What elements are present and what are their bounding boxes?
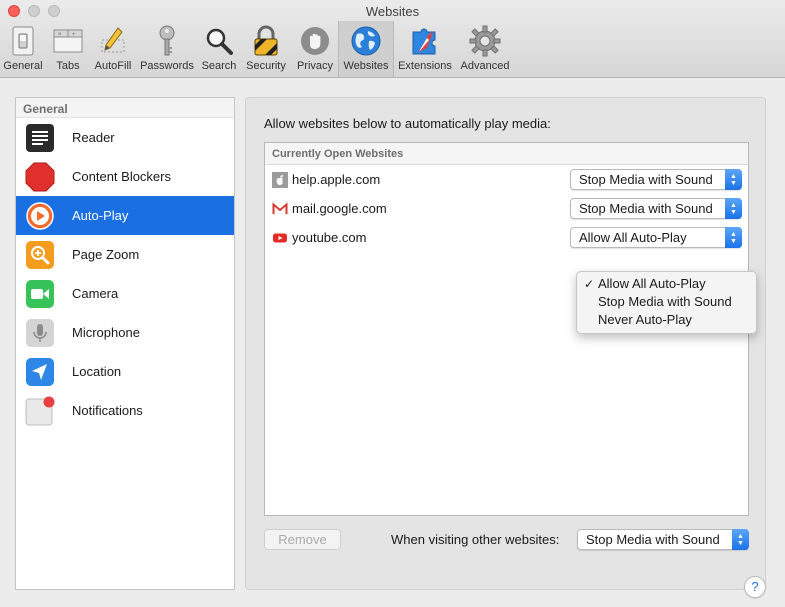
toolbar-label: Passwords: [140, 60, 194, 72]
toolbar-autofill[interactable]: AutoFill: [90, 21, 136, 77]
sidebar-item-label: Microphone: [72, 325, 140, 340]
zoom-icon: [25, 240, 55, 270]
autoplay-dropdown-menu: ✓ Allow All Auto-Play Stop Media with So…: [576, 271, 757, 334]
general-switch-icon: [6, 24, 40, 58]
other-websites-select[interactable]: Stop Media with Sound ▲ ▼: [577, 529, 749, 550]
sidebar-item-auto-play[interactable]: Auto-Play: [16, 196, 234, 235]
toolbar-advanced[interactable]: Advanced: [456, 21, 514, 77]
toolbar-label: Extensions: [398, 60, 452, 72]
toolbar-label: Security: [246, 60, 286, 72]
toolbar-label: Tabs: [56, 60, 80, 72]
menu-item-label: Never Auto-Play: [598, 312, 692, 327]
notifications-icon: [25, 396, 55, 426]
sidebar-item-label: Reader: [72, 130, 115, 145]
location-arrow-icon: [25, 357, 55, 387]
menu-item-label: Allow All Auto-Play: [598, 276, 706, 291]
site-autoplay-select[interactable]: Stop Media with Sound ▲ ▼: [570, 198, 742, 219]
select-value: Stop Media with Sound: [579, 201, 713, 216]
list-item[interactable]: mail.google.com Stop Media with Sound ▲ ▼: [265, 194, 748, 223]
sidebar-header: General: [16, 98, 234, 118]
sidebar-item-label: Location: [72, 364, 122, 379]
chevron-updown-icon: ▲ ▼: [725, 169, 742, 190]
puzzle-compass-icon: [408, 24, 442, 58]
sidebar-item-microphone[interactable]: Microphone: [16, 313, 234, 352]
select-value: Stop Media with Sound: [579, 172, 713, 187]
toolbar-security[interactable]: Security: [240, 21, 292, 77]
site-name: help.apple.com: [292, 172, 381, 187]
menu-item-label: Stop Media with Sound: [598, 294, 732, 309]
apple-icon: [272, 171, 288, 188]
sidebar-item-label: Auto-Play: [72, 208, 129, 223]
toolbar-label: AutoFill: [94, 60, 132, 72]
site-autoplay-select[interactable]: Stop Media with Sound ▲ ▼: [570, 169, 742, 190]
chevron-updown-icon: ▲ ▼: [725, 227, 742, 248]
preferences-toolbar: General × + Tabs AutoFill Passwords Searc…: [0, 21, 514, 77]
svg-text:+: +: [72, 32, 76, 38]
hand-icon: [298, 24, 332, 58]
menu-item-stop-with-sound[interactable]: Stop Media with Sound: [577, 293, 756, 311]
remove-button[interactable]: Remove: [264, 529, 341, 550]
sidebar-item-reader[interactable]: Reader: [16, 118, 234, 157]
gear-icon: [468, 24, 502, 58]
toolbar-search[interactable]: Search: [198, 21, 240, 77]
sidebar-item-label: Camera: [72, 286, 119, 301]
chevron-updown-icon: ▲ ▼: [732, 529, 749, 550]
toolbar-label: Advanced: [460, 60, 510, 72]
sidebar-item-label: Notifications: [72, 403, 143, 418]
list-item[interactable]: help.apple.com Stop Media with Sound ▲ ▼: [265, 165, 748, 194]
gmail-icon: [272, 201, 288, 217]
auto-play-panel: Allow websites below to automatically pl…: [245, 97, 766, 590]
checkmark-icon: ✓: [584, 277, 595, 291]
toolbar-passwords[interactable]: Passwords: [136, 21, 198, 77]
autofill-pencil-icon: [96, 24, 130, 58]
toolbar-websites[interactable]: Websites: [338, 21, 394, 77]
help-button[interactable]: ?: [744, 576, 766, 598]
settings-sidebar: General Reader Content Blockers Auto-Pla…: [15, 97, 235, 590]
sidebar-item-label: Page Zoom: [72, 247, 140, 262]
magnifier-icon: [202, 24, 236, 58]
list-header: Currently Open Websites: [265, 143, 748, 165]
youtube-icon: [272, 230, 288, 246]
stop-sign-icon: [25, 162, 55, 192]
svg-text:×: ×: [58, 32, 62, 38]
sidebar-item-location[interactable]: Location: [16, 352, 234, 391]
site-name: mail.google.com: [292, 201, 387, 216]
reader-icon: [25, 123, 55, 153]
sidebar-item-content-blockers[interactable]: Content Blockers: [16, 157, 234, 196]
padlock-icon: [249, 24, 283, 58]
title-bar: Websites General × + Tabs AutoFill Passwo…: [0, 0, 785, 78]
camera-icon: [25, 279, 55, 309]
menu-item-never[interactable]: Never Auto-Play: [577, 311, 756, 329]
window-title: Websites: [365, 4, 420, 19]
globe-icon: [349, 24, 383, 58]
key-icon: [150, 24, 184, 58]
chevron-updown-icon: ▲ ▼: [725, 198, 742, 219]
list-item[interactable]: youtube.com Allow All Auto-Play ▲ ▼: [265, 223, 748, 252]
site-name: youtube.com: [292, 230, 367, 245]
toolbar-label: Search: [201, 60, 237, 72]
sidebar-item-label: Content Blockers: [72, 169, 171, 184]
play-icon: [25, 201, 55, 231]
select-value: Stop Media with Sound: [586, 532, 720, 547]
toolbar-privacy[interactable]: Privacy: [292, 21, 338, 77]
toolbar-general[interactable]: General: [0, 21, 46, 77]
microphone-icon: [25, 318, 55, 348]
toolbar-label: General: [3, 60, 43, 72]
menu-item-allow-all[interactable]: ✓ Allow All Auto-Play: [577, 275, 756, 293]
panel-description: Allow websites below to automatically pl…: [264, 116, 551, 131]
sidebar-item-camera[interactable]: Camera: [16, 274, 234, 313]
other-websites-label: When visiting other websites:: [391, 532, 560, 547]
tabs-icon: × +: [51, 24, 85, 58]
sidebar-item-page-zoom[interactable]: Page Zoom: [16, 235, 234, 274]
toolbar-extensions[interactable]: Extensions: [394, 21, 456, 77]
select-value: Allow All Auto-Play: [579, 230, 687, 245]
sidebar-item-notifications[interactable]: Notifications: [16, 391, 234, 430]
site-autoplay-select[interactable]: Allow All Auto-Play ▲ ▼: [570, 227, 742, 248]
toolbar-label: Websites: [343, 60, 389, 72]
toolbar-label: Privacy: [296, 60, 334, 72]
websites-list: Currently Open Websites help.apple.com S…: [264, 142, 757, 516]
toolbar-tabs[interactable]: × + Tabs: [46, 21, 90, 77]
